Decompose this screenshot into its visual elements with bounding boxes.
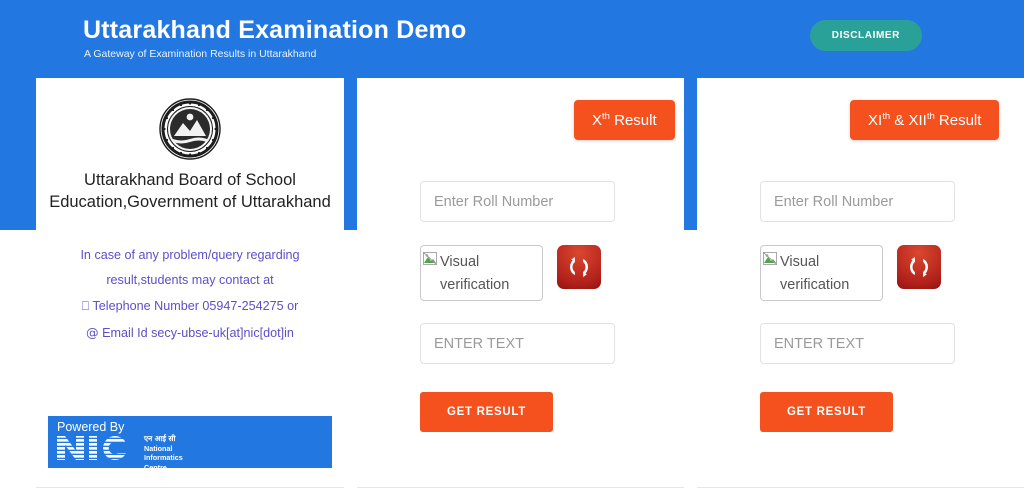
board-name-line2: Education,Government of Uttarakhand bbox=[49, 193, 331, 212]
nic-footer-banner: Powered By एन आई सी National Informatics… bbox=[48, 416, 332, 468]
captcha-alt-text-higher: Visual verification bbox=[780, 254, 850, 294]
get-result-button-tenth[interactable]: GET RESULT bbox=[420, 392, 553, 432]
tab-eleventh-twelfth-result[interactable]: XIth & XIIth Result bbox=[850, 100, 1000, 140]
tenth-result-form: Visual verification GET RESULT bbox=[420, 181, 615, 432]
email-text: Email Id secy-ubse-uk[at]nic[dot]in bbox=[102, 325, 294, 340]
tab-tenth-suffix: Result bbox=[609, 112, 657, 129]
tab-higher-sup2: th bbox=[926, 111, 935, 122]
captcha-text-input-tenth[interactable] bbox=[420, 323, 615, 364]
broken-image-icon bbox=[423, 252, 437, 265]
tab-higher-mid: & XII bbox=[890, 112, 927, 129]
refresh-icon bbox=[909, 256, 929, 278]
roll-number-input-higher[interactable] bbox=[760, 181, 955, 222]
roll-number-input-tenth[interactable] bbox=[420, 181, 615, 222]
tab-higher-suffix: Result bbox=[934, 112, 982, 129]
get-result-button-higher[interactable]: GET RESULT bbox=[760, 392, 893, 432]
captcha-row-tenth: Visual verification bbox=[420, 245, 615, 301]
higher-result-form: Visual verification GET RESULT bbox=[760, 181, 955, 432]
contact-information: In case of any problem/query regarding r… bbox=[36, 243, 344, 346]
board-name-line1: Uttarakhand Board of School bbox=[84, 171, 296, 189]
tab-tenth-result[interactable]: Xth Result bbox=[574, 100, 675, 140]
nic-full-name: एन आई सी National Informatics Centre bbox=[144, 434, 183, 468]
captcha-text-input-higher[interactable] bbox=[760, 323, 955, 364]
tab-higher-main1: XI bbox=[868, 112, 883, 129]
captcha-alt-text-tenth: Visual verification bbox=[440, 254, 510, 294]
nic-name-line1: National bbox=[144, 443, 173, 453]
captcha-row-higher: Visual verification bbox=[760, 245, 955, 301]
uttarakhand-board-emblem-icon bbox=[159, 98, 221, 160]
contact-telephone: ⎕ Telephone Number 05947-254275 or bbox=[36, 293, 344, 319]
tab-higher-sup1: th bbox=[882, 111, 891, 122]
contact-email: @ Email Id secy-ubse-uk[at]nic[dot]in bbox=[36, 320, 344, 346]
contact-line-2: result,students may contact at bbox=[106, 273, 274, 288]
refresh-captcha-button-higher[interactable] bbox=[897, 245, 941, 289]
nic-name-line3: Centre bbox=[144, 462, 167, 468]
tab-tenth-main: X bbox=[592, 112, 603, 129]
page-subtitle: A Gateway of Examination Results in Utta… bbox=[84, 48, 317, 60]
telephone-text: Telephone Number 05947-254275 or bbox=[92, 299, 299, 314]
disclaimer-button[interactable]: DISCLAIMER bbox=[809, 20, 922, 51]
board-name: Uttarakhand Board of School Education,Go… bbox=[36, 169, 344, 214]
nic-logo-icon bbox=[56, 435, 138, 461]
refresh-captcha-button-tenth[interactable] bbox=[557, 245, 601, 289]
captcha-image-tenth: Visual verification bbox=[420, 245, 543, 301]
page-title: Uttarakhand Examination Demo bbox=[83, 16, 467, 44]
broken-image-icon bbox=[763, 252, 777, 265]
telephone-icon: ⎕ bbox=[81, 298, 90, 314]
nic-hindi-text: एन आई सी bbox=[144, 434, 176, 443]
nic-name-line2: Informatics bbox=[144, 453, 183, 463]
contact-line-1: In case of any problem/query regarding bbox=[80, 248, 300, 262]
powered-by-label: Powered By bbox=[57, 420, 125, 434]
at-sign-icon: @ bbox=[86, 324, 99, 340]
refresh-icon bbox=[569, 256, 589, 278]
captcha-image-higher: Visual verification bbox=[760, 245, 883, 301]
tab-tenth-sup: th bbox=[602, 111, 610, 122]
board-info-card: Uttarakhand Board of School Education,Go… bbox=[36, 78, 344, 488]
